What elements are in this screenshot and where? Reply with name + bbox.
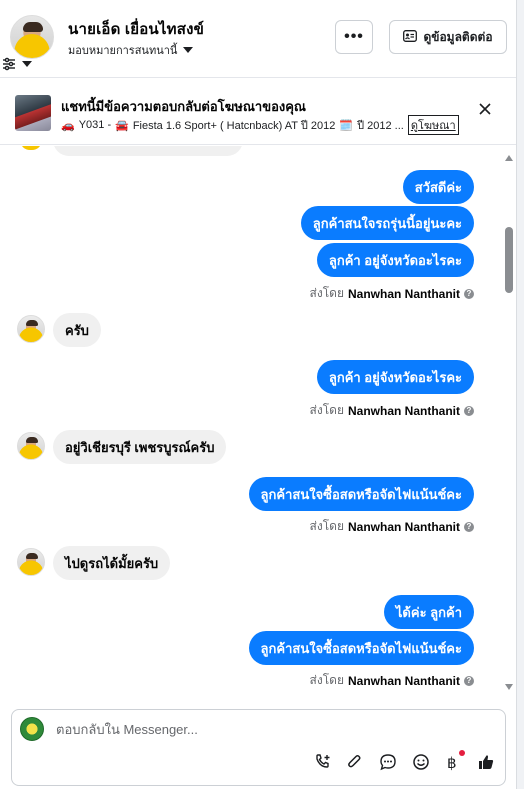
info-icon[interactable]: ? [464,288,474,299]
contact-name: นายเอ็ด เยื่อนไทสงข์ [68,21,205,38]
ad-reply-banner: แชทนี้มีข้อความตอบกลับต่อโฆษณาของคุณ 🚗 Y… [0,79,516,145]
svg-text:฿: ฿ [447,755,457,771]
emoji-button[interactable] [411,752,431,772]
emoji-icon [413,754,429,770]
info-icon[interactable]: ? [464,675,474,686]
avatar [20,146,42,150]
attachment-icon [348,755,361,768]
assign-label: มอบหมายการสนทนานี้ [68,45,178,57]
ad-description: 🚗 Y031 - 🚘 Fiesta 1.6 Sport+ ( Hatcnback… [61,115,459,135]
message-bubble-outgoing[interactable]: สวัสดีค่ะ [402,170,474,204]
sent-by-label: ส่งโดย Nanwhan Nanthanit ? [310,284,474,303]
ad-thumbnail [15,95,51,131]
sent-by-label: ส่งโดย Nanwhan Nanthanit ? [310,401,474,420]
assign-conversation-dropdown[interactable]: มอบหมายการสนทนานี้ [68,41,194,59]
add-contact-button[interactable] [313,752,333,772]
car-icon: 🚘 [115,119,129,132]
message-bubble-outgoing[interactable]: ได้ค่ะ ลูกค้า [383,595,474,629]
message-bubble-outgoing[interactable]: ลูกค้าสนใจรถรุ่นนี้อยู่นะคะ [300,206,474,240]
reply-input[interactable] [56,722,486,737]
chevron-down-icon [183,47,194,53]
filter-icon [2,57,16,71]
notification-dot [459,750,465,756]
view-contact-label: ดูข้อมูลติดต่อ [423,29,493,44]
page-avatar [20,717,44,741]
close-banner-button[interactable] [475,101,495,121]
like-button[interactable] [476,752,496,772]
ad-year: ปี 2012 ... [357,120,404,132]
chevron-down-icon [22,61,32,67]
contact-card-icon [403,29,418,45]
like-icon [479,755,494,769]
sent-by-label: ส่งโดย Nanwhan Nanthanit ? [310,517,474,536]
agent-name: Nanwhan Nanthanit [347,519,460,534]
message-bubble-outgoing[interactable]: ลูกค้า อยู่จังหวัดอะไรคะ [316,243,474,277]
conversation-header: นายเอ็ด เยื่อนไทสงข์ มอบหมายการสนทนานี้ … [0,0,524,78]
saved-reply-icon [380,754,396,771]
message-bubble-outgoing[interactable]: ลูกค้าสนใจซื้อสดหรือจัดไฟแน้นช์คะ [248,477,474,511]
message-bubble-outgoing[interactable]: ลูกค้า อยู่จังหวัดอะไรคะ [316,360,474,394]
add-contact-icon [316,754,330,768]
message-thread: สวัสดีค่ะ ลูกค้าสนใจรถรุ่นนี้อยู่นะคะ ลู… [0,146,516,696]
ad-banner-title: แชทนี้มีข้อความตอบกลับต่อโฆษณาของคุณ [61,99,306,114]
view-contact-button[interactable]: ดูข้อมูลติดต่อ [389,20,507,54]
contact-avatar-small [17,315,45,343]
message-bubble-incoming[interactable]: ครับ [53,313,101,347]
more-options-button[interactable]: ••• [335,20,373,54]
scroll-down-icon[interactable] [505,684,513,690]
info-icon[interactable]: ? [464,521,474,532]
attach-file-button[interactable] [345,752,365,772]
message-bubble-incoming[interactable]: อยู่วิเชียรบุรี เพชรบูรณ์ครับ [53,430,227,464]
contact-avatar-small [17,548,45,576]
reply-composer: ฿ [11,709,506,786]
contact-avatar-small [17,432,45,460]
agent-name: Nanwhan Nanthanit [347,673,460,688]
sent-by-prefix: ส่งโดย [309,519,344,533]
sent-by-prefix: ส่งโดย [309,673,344,687]
message-bubble-incoming[interactable] [53,146,243,156]
sent-by-prefix: ส่งโดย [309,286,344,300]
ad-code: Y031 - [78,119,112,131]
more-icon: ••• [344,28,364,45]
saved-replies-button[interactable] [378,752,398,772]
panel-divider [516,0,524,789]
agent-name: Nanwhan Nanthanit [347,286,460,301]
close-icon [479,102,491,120]
sent-by-label: ส่งโดย Nanwhan Nanthanit ? [310,671,474,690]
car-icon: 🚗 [61,119,75,132]
thread-scrollbar[interactable] [503,150,515,692]
payment-icon: ฿ [447,755,457,771]
filter-menu-button[interactable] [2,53,46,75]
message-bubble-incoming[interactable]: ไปดูรถได้มั้ยครับ [53,546,171,580]
calendar-icon: 🗓️ [339,119,354,132]
message-bubble-outgoing[interactable]: ลูกค้าสนใจซื้อสดหรือจัดไฟแน้นช์คะ [248,631,474,665]
view-ad-link[interactable]: ดูโฆษณา [407,115,459,135]
scroll-thumb[interactable] [505,227,513,293]
agent-name: Nanwhan Nanthanit [347,403,460,418]
scroll-up-icon[interactable] [505,155,513,161]
ad-model: Fiesta 1.6 Sport+ ( Hatcnback) AT ปี 201… [132,120,336,132]
sent-by-prefix: ส่งโดย [309,403,344,417]
info-icon[interactable]: ? [464,405,474,416]
